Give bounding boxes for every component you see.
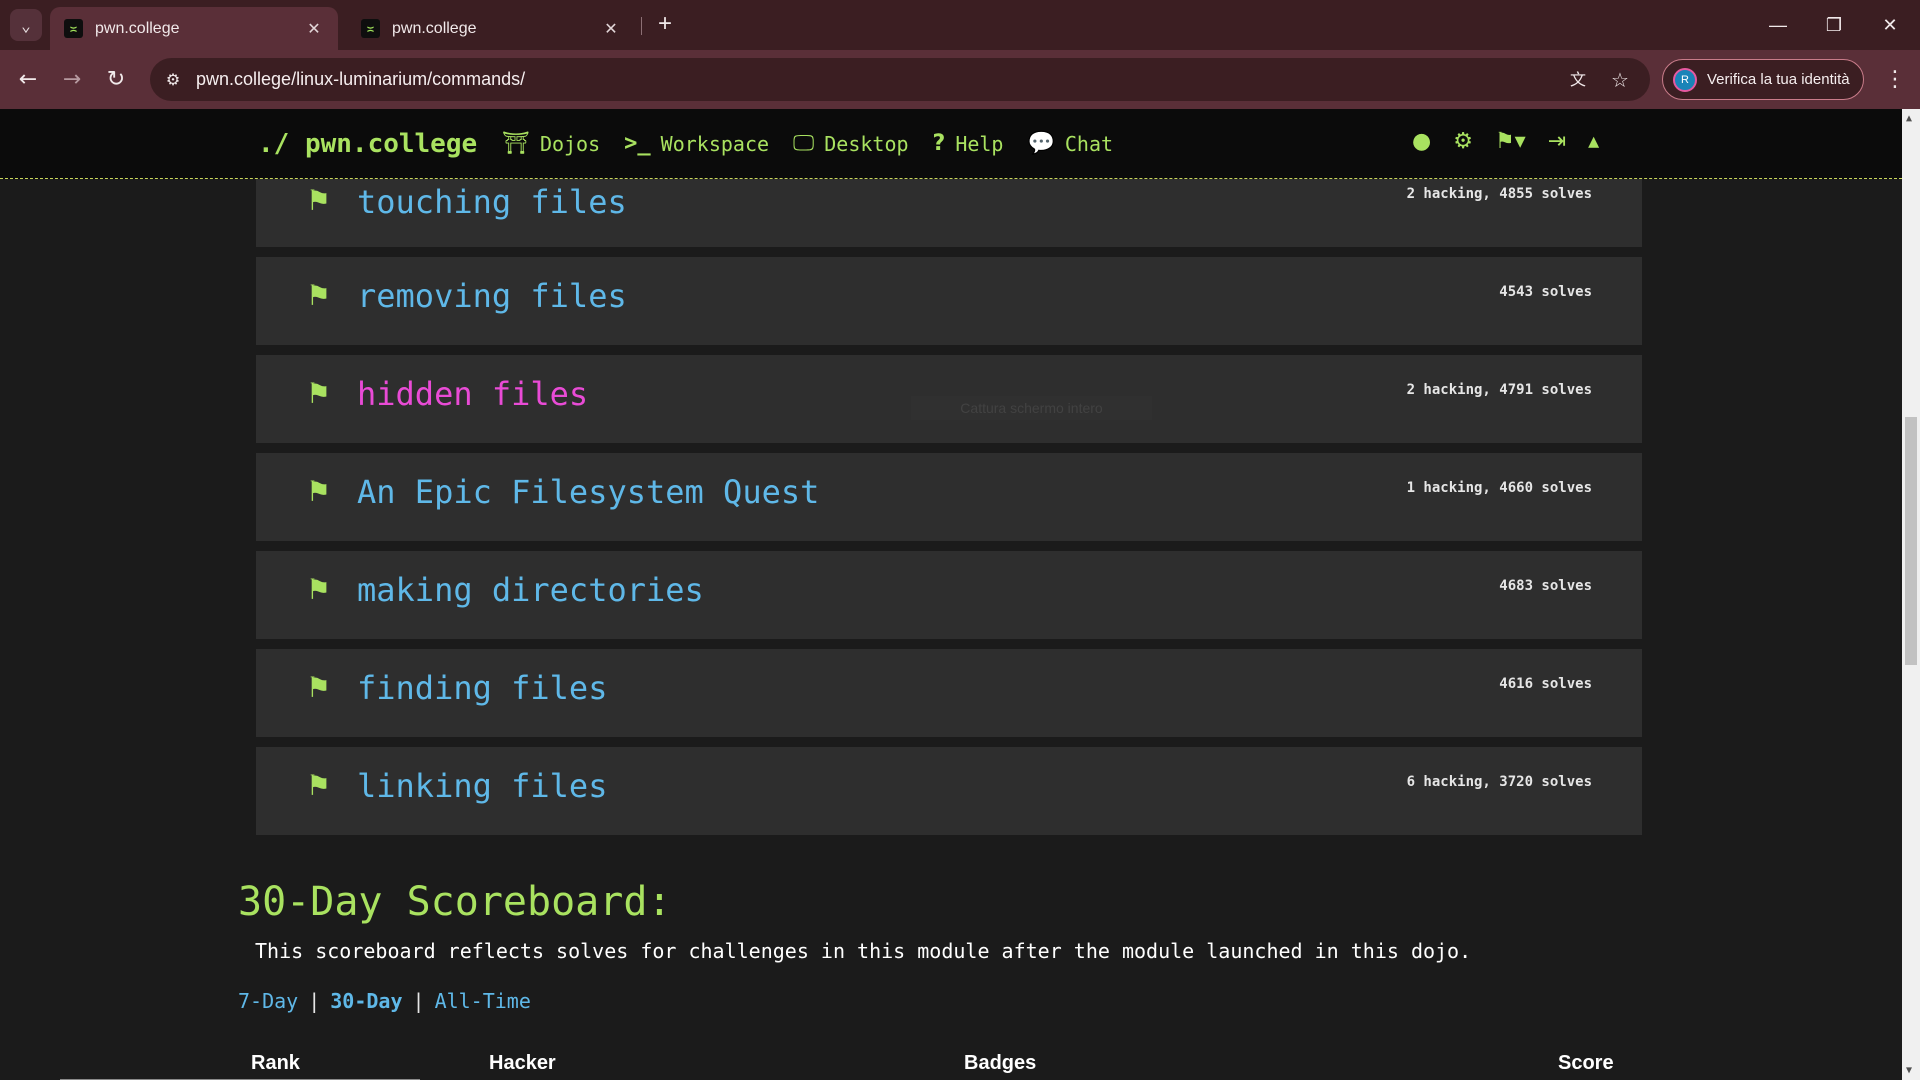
challenge-solves: 2 hacking, 4855 solves [1406, 186, 1592, 202]
tab-title: pwn.college [392, 19, 477, 37]
challenge-name[interactable]: linking files [357, 767, 607, 805]
terminal-icon: >_ [624, 131, 651, 156]
challenge-name[interactable]: making directories [357, 571, 704, 609]
pwn-college-favicon-icon: ≍ [361, 19, 380, 38]
challenge-row[interactable]: ⚑ removing files 4543 solves [256, 257, 1642, 345]
chat-icon: 💬 [1027, 131, 1055, 156]
challenge-solves: 4616 solves [1499, 676, 1592, 692]
nav-workspace[interactable]: >_ Workspace [624, 131, 769, 156]
collapse-caret-icon[interactable]: ▴ [1588, 129, 1599, 154]
forward-arrow-icon[interactable]: → [56, 64, 88, 96]
nav-workspace-label: Workspace [660, 131, 770, 156]
nav-help-label: Help [955, 131, 1004, 156]
tab-title: pwn.college [95, 19, 180, 37]
tab-search-chevron-icon[interactable]: ⌄ [10, 9, 42, 41]
period-30-day-link[interactable]: 30-Day [330, 989, 402, 1013]
user-circle-icon[interactable]: ● [1412, 129, 1431, 154]
site-brand[interactable]: ./ pwn.college [258, 129, 477, 159]
close-tab-icon[interactable]: ✕ [304, 19, 324, 39]
browser-tab-inactive[interactable]: ≍ pwn.college ✕ [347, 7, 635, 50]
address-bar[interactable]: ⚙ pwn.college/linux-luminarium/commands/… [150, 58, 1650, 101]
bookmark-star-icon[interactable]: ☆ [1608, 68, 1632, 92]
flag-icon: ⚑ [306, 184, 332, 217]
flag-dropdown-icon[interactable]: ⚑▾ [1495, 129, 1526, 154]
challenge-solves: 4683 solves [1499, 578, 1592, 594]
challenge-row[interactable]: ⚑ An Epic Filesystem Quest 1 hacking, 46… [256, 453, 1642, 541]
restore-icon[interactable]: ❐ [1814, 8, 1854, 42]
flag-icon: ⚑ [306, 279, 332, 312]
site-nav-right: ● ⚙ ⚑▾ ⇥ ▴ [1412, 129, 1599, 154]
translate-icon[interactable]: 文 [1566, 68, 1590, 92]
scoreboard-description: This scoreboard reflects solves for chal… [255, 939, 1472, 963]
dojo-gate-icon: ⛩ [502, 131, 530, 156]
column-badges: Badges [964, 1052, 1037, 1074]
site-nav-links: ⛩ Dojos >_ Workspace 🖵 Desktop ? Help 💬 … [502, 131, 1113, 156]
question-icon: ? [932, 131, 946, 156]
close-tab-icon[interactable]: ✕ [601, 19, 621, 39]
challenge-name[interactable]: finding files [357, 669, 607, 707]
nav-desktop-label: Desktop [824, 131, 909, 156]
url-text[interactable]: pwn.college/linux-luminarium/commands/ [196, 69, 525, 90]
period-all-time-link[interactable]: All-Time [435, 989, 531, 1013]
site-info-icon[interactable]: ⚙ [162, 69, 184, 91]
scoreboard-title: 30-Day Scoreboard: [238, 879, 672, 925]
logout-icon[interactable]: ⇥ [1548, 129, 1566, 154]
desktop-icon: 🖵 [793, 131, 815, 156]
period-separator: | [412, 989, 425, 1013]
nav-dojos-label: Dojos [539, 131, 601, 156]
challenge-name[interactable]: removing files [357, 277, 627, 315]
nav-desktop[interactable]: 🖵 Desktop [793, 131, 909, 156]
new-tab-button[interactable]: + [650, 10, 680, 40]
scoreboard-table-header: Rank Hacker Badges Score [0, 1052, 1902, 1080]
scrollbar-thumb[interactable] [1905, 417, 1917, 665]
challenge-row[interactable]: ⚑ touching files 2 hacking, 4855 solves [256, 179, 1642, 247]
browser-tab-active[interactable]: ≍ pwn.college ✕ [50, 7, 338, 50]
flag-icon: ⚑ [306, 671, 332, 704]
challenge-name[interactable]: hidden files [357, 375, 588, 413]
column-hacker: Hacker [489, 1052, 556, 1074]
minimize-icon[interactable]: — [1758, 8, 1798, 42]
period-7-day-link[interactable]: 7-Day [238, 989, 298, 1013]
browser-toolbar: ← → ↻ ⚙ pwn.college/linux-luminarium/com… [0, 50, 1920, 109]
site-navbar: ./ pwn.college ⛩ Dojos >_ Workspace 🖵 De… [0, 109, 1902, 179]
period-separator: | [308, 989, 321, 1013]
close-window-icon[interactable]: ✕ [1870, 8, 1910, 42]
back-arrow-icon[interactable]: ← [12, 64, 44, 96]
flag-icon: ⚑ [306, 475, 332, 508]
challenge-list: ⚑ touching files 2 hacking, 4855 solves … [256, 179, 1642, 845]
browser-menu-icon[interactable]: ⋮ [1880, 64, 1910, 96]
page-scrollbar[interactable]: ▲ ▼ [1902, 109, 1920, 1080]
flag-icon: ⚑ [306, 769, 332, 802]
scoreboard-period-selector: 7-Day | 30-Day | All-Time [238, 989, 531, 1013]
page-viewport: ./ pwn.college ⛩ Dojos >_ Workspace 🖵 De… [0, 109, 1902, 1080]
nav-help[interactable]: ? Help [933, 131, 1004, 156]
screenshot-overlay-tooltip: Cattura schermo intero [911, 396, 1152, 420]
challenge-name[interactable]: An Epic Filesystem Quest [357, 473, 819, 511]
pwn-college-favicon-icon: ≍ [64, 19, 83, 38]
browser-tab-bar: ⌄ ≍ pwn.college ✕ ≍ pwn.college ✕ + — ❐ … [0, 0, 1920, 50]
column-rank: Rank [251, 1052, 300, 1074]
challenge-solves: 4543 solves [1499, 284, 1592, 300]
profile-verify-button[interactable]: R Verifica la tua identità [1662, 59, 1864, 100]
challenge-solves: 6 hacking, 3720 solves [1406, 774, 1592, 790]
challenge-solves: 2 hacking, 4791 solves [1406, 382, 1592, 398]
challenge-solves: 1 hacking, 4660 solves [1406, 480, 1592, 496]
profile-avatar: R [1673, 67, 1697, 92]
settings-gears-icon[interactable]: ⚙ [1453, 129, 1473, 154]
scroll-down-arrow-icon[interactable]: ▼ [1906, 1065, 1912, 1076]
nav-dojos[interactable]: ⛩ Dojos [502, 131, 600, 156]
nav-chat-label: Chat [1064, 131, 1114, 156]
flag-icon: ⚑ [306, 573, 332, 606]
nav-chat[interactable]: 💬 Chat [1027, 131, 1113, 156]
column-score: Score [1558, 1052, 1614, 1074]
challenge-row[interactable]: ⚑ finding files 4616 solves [256, 649, 1642, 737]
flag-icon: ⚑ [306, 377, 332, 410]
challenge-name[interactable]: touching files [357, 183, 627, 221]
reload-icon[interactable]: ↻ [100, 64, 132, 96]
challenge-row[interactable]: ⚑ making directories 4683 solves [256, 551, 1642, 639]
scroll-up-arrow-icon[interactable]: ▲ [1906, 113, 1912, 124]
challenge-row[interactable]: ⚑ linking files 6 hacking, 3720 solves [256, 747, 1642, 835]
tab-divider [641, 17, 642, 35]
profile-verify-label: Verifica la tua identità [1707, 71, 1850, 88]
